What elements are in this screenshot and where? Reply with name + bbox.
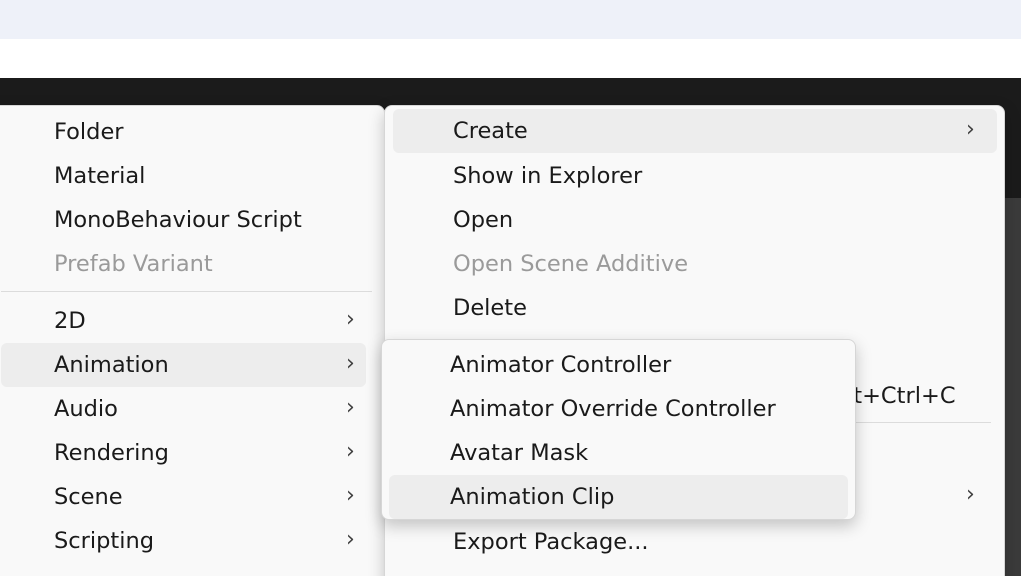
menu-separator (1, 291, 372, 292)
menu-item-scene[interactable]: Scene › (1, 475, 366, 519)
chevron-right-icon: › (346, 439, 355, 464)
menu-item-label: Scene (54, 484, 123, 510)
menu-item-label: Create (453, 118, 528, 144)
menu-item-label: Folder (54, 119, 124, 145)
menu-item-label: Animation Clip (450, 484, 615, 510)
menu-separator (853, 422, 991, 423)
menu-item-animator-override-controller[interactable]: Animator Override Controller (389, 387, 848, 431)
menu-item-label: Animation (54, 352, 169, 378)
menu-item-avatar-mask[interactable]: Avatar Mask (389, 431, 848, 475)
menu-item-label: Show in Explorer (453, 163, 643, 189)
screen: Folder Material MonoBehaviour Script Pre… (0, 0, 1021, 576)
menu-item-folder[interactable]: Folder (1, 110, 371, 154)
menu-item-label: Open Scene Additive (453, 251, 689, 277)
chevron-right-icon: › (966, 117, 975, 142)
menu-item-prefab-variant: Prefab Variant (1, 242, 371, 286)
menu-item-animation[interactable]: Animation › (1, 343, 366, 387)
menu-item-material[interactable]: Material (1, 154, 371, 198)
menu-item-label: 2D (54, 308, 86, 334)
menu-item-create[interactable]: Create › (393, 109, 997, 153)
create-submenu: Folder Material MonoBehaviour Script Pre… (0, 105, 385, 576)
menu-item-label: Animator Override Controller (450, 396, 776, 422)
chevron-right-icon: › (346, 483, 355, 508)
menu-item-scripting[interactable]: Scripting › (1, 519, 366, 563)
chevron-right-icon: › (346, 351, 355, 376)
menu-item-label: Export Package... (453, 529, 649, 555)
chevron-right-icon: › (346, 395, 355, 420)
chevron-right-icon: › (966, 482, 975, 507)
menu-item-animation-clip[interactable]: Animation Clip (389, 475, 848, 519)
menu-item-show-in-explorer[interactable]: Show in Explorer (393, 154, 997, 198)
chevron-right-icon: › (346, 307, 355, 332)
menu-item-export-package[interactable]: Export Package... (393, 520, 997, 564)
editor-side-panel (1004, 198, 1021, 576)
top-bar (0, 0, 1021, 39)
menu-item-label: Prefab Variant (54, 251, 213, 277)
menu-item-label: Delete (453, 295, 527, 321)
menu-item-label: Open (453, 207, 514, 233)
chevron-right-icon: › (346, 527, 355, 552)
menu-item-delete[interactable]: Delete (393, 286, 997, 330)
menu-item-animator-controller[interactable]: Animator Controller (389, 343, 848, 387)
menu-item-label: Rendering (54, 440, 169, 466)
menu-item-monobehaviour-script[interactable]: MonoBehaviour Script (1, 198, 371, 242)
menu-item-shortcut: lt+Ctrl+C (847, 383, 956, 409)
menu-item-label: Animator Controller (450, 352, 672, 378)
animation-submenu: Animator Controller Animator Override Co… (381, 339, 856, 520)
menu-item-open-scene-additive: Open Scene Additive (393, 242, 997, 286)
menu-item-label: MonoBehaviour Script (54, 207, 302, 233)
menu-item-open[interactable]: Open (393, 198, 997, 242)
menu-item-label: Audio (54, 396, 118, 422)
toolbar-strip (0, 39, 1021, 78)
menu-item-label: Scripting (54, 528, 155, 554)
menu-item-audio[interactable]: Audio › (1, 387, 366, 431)
menu-item-rendering[interactable]: Rendering › (1, 431, 366, 475)
menu-item-2d[interactable]: 2D › (1, 299, 366, 343)
menu-item-label: Material (54, 163, 146, 189)
menu-item-label: Avatar Mask (450, 440, 589, 466)
